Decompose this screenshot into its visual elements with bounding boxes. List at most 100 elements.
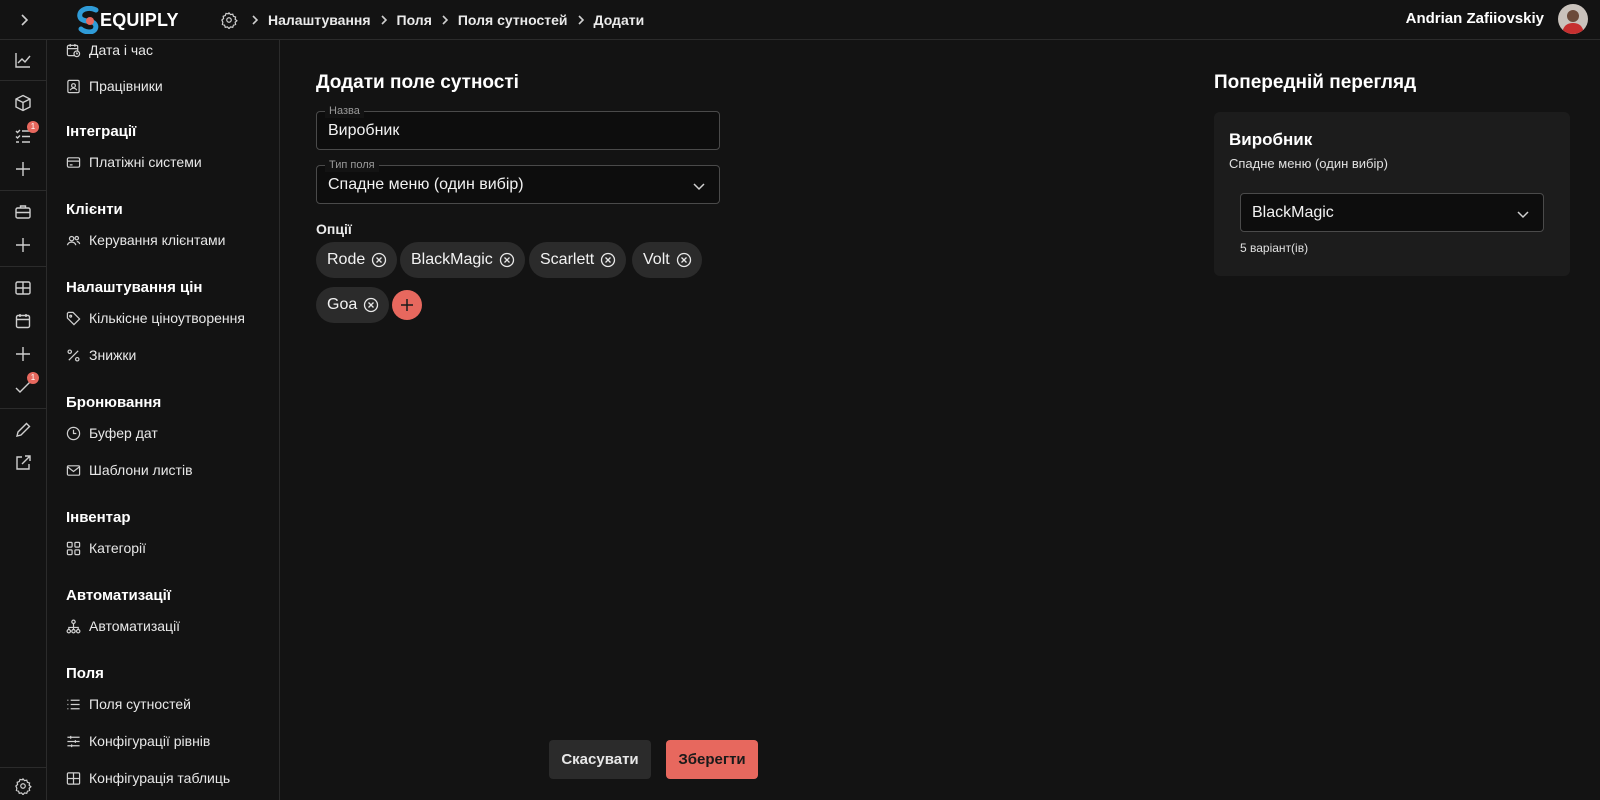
add-option-button[interactable] [392, 290, 422, 320]
section-title-pricing: Налаштування цін [66, 279, 203, 296]
section-title-booking: Бронювання [66, 394, 162, 411]
section-title-automations: Автоматизації [66, 587, 171, 604]
option-chip: Volt [632, 242, 702, 278]
field-type-label: Тип поля [325, 158, 379, 172]
sidebar-item-automations[interactable]: Автоматизації [66, 615, 180, 637]
preview-title: Попередній перегляд [1214, 72, 1417, 93]
breadcrumb-entity-fields[interactable]: Поля сутностей [458, 12, 568, 28]
option-chip: Rode [316, 242, 398, 278]
tag-icon [66, 311, 81, 325]
plus-icon[interactable] [12, 234, 34, 256]
option-chip: Scarlett [529, 242, 627, 278]
table-icon[interactable] [12, 277, 34, 299]
sidebar-item-quantity-pricing[interactable]: Кількісне ціноутворення [66, 307, 245, 329]
gear-icon[interactable] [220, 11, 238, 29]
credit-card-icon [66, 156, 81, 168]
name-field-value: Виробник [328, 122, 400, 139]
field-type-select[interactable]: Тип поля Спадне меню (один вибір) [316, 158, 720, 204]
grid-icon [66, 541, 81, 555]
sidebar-item-email-templates[interactable]: Шаблони листів [66, 459, 193, 481]
chevron-right-icon [377, 13, 391, 27]
preview-select-value: BlackMagic [1252, 204, 1334, 221]
page-title: Додати поле сутності [316, 72, 519, 93]
chevron-right-icon [438, 13, 452, 27]
user-name[interactable]: Andrian Zafiiovskiy [1406, 10, 1544, 27]
calendar-icon[interactable] [12, 310, 34, 332]
chevron-right-icon[interactable] [14, 10, 34, 30]
preview-field-type: Спадне меню (один вибір) [1229, 156, 1388, 171]
option-chip-label: Scarlett [540, 251, 595, 268]
sidebar-item-level-configs[interactable]: Конфігурації рівнів [66, 730, 210, 752]
briefcase-icon[interactable] [12, 201, 34, 223]
preview-field-name: Виробник [1229, 130, 1313, 149]
remove-circle-icon[interactable] [600, 252, 616, 268]
pencil-icon[interactable] [12, 419, 34, 441]
sidebar-item-client-management[interactable]: Керування клієнтами [66, 229, 226, 251]
external-link-icon[interactable] [12, 452, 34, 474]
sidebar-item-date-time[interactable]: Дата і час [66, 40, 153, 61]
breadcrumb-fields[interactable]: Поля [397, 12, 432, 28]
sliders-icon [67, 735, 80, 747]
chart-icon[interactable] [12, 49, 34, 71]
check-icon[interactable]: 1 [12, 372, 39, 398]
name-field-label: Назва [325, 104, 364, 118]
chevron-down-icon [691, 178, 707, 194]
remove-circle-icon[interactable] [371, 252, 387, 268]
top-bar: EQUIPLY Налаштування Поля Поля сутностей… [0, 0, 1600, 40]
preview-select[interactable]: BlackMagic [1240, 193, 1544, 232]
app-name: EQUIPLY [100, 9, 179, 30]
sidebar-item-discounts[interactable]: Знижки [66, 344, 136, 366]
plus-icon [401, 299, 413, 311]
clock-icon [66, 426, 81, 440]
chevron-right-icon [574, 13, 588, 27]
cancel-button[interactable]: Скасувати [549, 740, 651, 779]
plus-icon[interactable] [12, 343, 34, 365]
section-title-inventory: Інвентар [66, 509, 131, 526]
table-icon [66, 771, 81, 785]
preview-card: Виробник Спадне меню (один вибір) BlackM… [1214, 112, 1570, 276]
option-chip-label: Rode [327, 251, 366, 268]
chevron-down-icon [1515, 206, 1531, 222]
percent-icon [67, 348, 80, 362]
option-chip-label: Volt [643, 251, 670, 268]
name-field[interactable]: Назва Виробник [316, 104, 720, 150]
notification-badge: 1 [27, 121, 39, 133]
sidebar-item-date-buffer[interactable]: Буфер дат [66, 422, 158, 444]
logo[interactable]: EQUIPLY [76, 5, 179, 35]
settings-icon[interactable] [12, 775, 34, 797]
options-label: Опції [316, 221, 352, 237]
remove-circle-icon[interactable] [363, 297, 379, 313]
option-chip: BlackMagic [400, 242, 525, 278]
field-type-value: Спадне меню (один вибір) [328, 176, 524, 193]
calendar-clock-icon [66, 43, 81, 57]
id-card-icon [67, 79, 80, 93]
option-chip-label: Goa [327, 296, 358, 313]
avatar[interactable] [1558, 4, 1588, 34]
sidebar-item-payment-systems[interactable]: Платіжні системи [66, 151, 202, 173]
option-chip: Goa [316, 287, 390, 323]
logo-icon [77, 6, 99, 34]
icon-rail: 1 1 [0, 40, 47, 800]
workflow-icon [66, 619, 81, 633]
option-chip-label: BlackMagic [411, 251, 493, 268]
sidebar-item-table-configs[interactable]: Конфігурація таблиць [66, 767, 230, 789]
preview-option-count: 5 варіант(ів) [1240, 241, 1309, 255]
sidebar-item-employees[interactable]: Працівники [66, 75, 163, 97]
section-title-fields: Поля [66, 665, 104, 682]
remove-circle-icon[interactable] [499, 252, 515, 268]
save-button[interactable]: Зберегти [666, 740, 758, 779]
plus-icon[interactable] [12, 158, 34, 180]
sidebar-item-categories[interactable]: Категорії [66, 537, 146, 559]
section-title-integrations: Інтеграції [66, 123, 137, 140]
breadcrumb: Налаштування Поля Поля сутностей Додати [220, 9, 644, 31]
settings-sidebar: Дата і час Працівники Інтеграції Платіжн… [48, 40, 280, 800]
breadcrumb-add: Додати [593, 12, 645, 28]
breadcrumb-settings[interactable]: Налаштування [268, 12, 371, 28]
section-title-clients: Клієнти [66, 201, 123, 218]
task-list-icon[interactable]: 1 [12, 121, 39, 147]
users-icon [66, 235, 81, 245]
box-icon[interactable] [12, 92, 34, 114]
sidebar-item-entity-fields[interactable]: Поля сутностей [66, 693, 191, 715]
remove-circle-icon[interactable] [676, 252, 692, 268]
notification-badge: 1 [27, 372, 39, 384]
